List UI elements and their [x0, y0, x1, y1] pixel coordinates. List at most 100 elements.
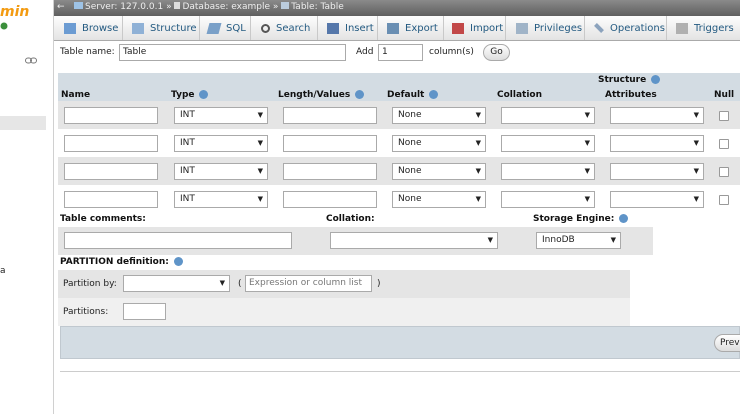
default-select[interactable]: None ▼ [392, 163, 486, 180]
attributes-select[interactable]: ▼ [610, 107, 704, 124]
partition-by-select[interactable]: ▼ [123, 275, 230, 292]
breadcrumb-database[interactable]: Database: example [182, 2, 270, 12]
table-name-input[interactable]: Table [119, 44, 346, 61]
help-icon[interactable] [619, 214, 629, 223]
columns-label: column(s) [429, 47, 474, 57]
nav-item-label[interactable]: a [0, 266, 6, 276]
import-icon [452, 22, 464, 34]
storage-engine-select[interactable]: InnoDB ▼ [536, 232, 621, 249]
attributes-select[interactable]: ▼ [610, 191, 704, 208]
link-icon[interactable] [25, 56, 37, 64]
column-header-default: Default [387, 90, 439, 100]
storage-engine-label: Storage Engine: [533, 214, 629, 224]
column-name-input[interactable] [64, 163, 158, 180]
tab-structure[interactable]: Structure [132, 16, 197, 40]
length-input[interactable] [283, 191, 377, 208]
default-select[interactable]: None ▼ [392, 107, 486, 124]
collation-select[interactable]: ▼ [501, 107, 595, 124]
type-select[interactable]: INT ▼ [174, 163, 268, 180]
breadcrumb-separator: » [166, 2, 172, 12]
export-icon [387, 22, 399, 34]
breadcrumb: Server: 127.0.0.1 » Database: example » … [74, 2, 344, 12]
phpmyadmin-logo[interactable]: min [0, 4, 29, 20]
null-checkbox[interactable] [719, 139, 729, 149]
tab-triggers[interactable]: Triggers [676, 16, 734, 40]
help-icon[interactable] [199, 90, 209, 99]
open-paren: ( [238, 279, 242, 289]
form-footer [60, 326, 740, 359]
navigation-panel: min a [0, 0, 54, 414]
column-name-input[interactable] [64, 135, 158, 152]
triggers-icon [676, 22, 688, 34]
insert-icon [327, 22, 339, 34]
structure-icon [132, 22, 144, 34]
search-icon [261, 23, 270, 33]
collation-select[interactable]: ▼ [501, 163, 595, 180]
column-header-collation: Collation [497, 90, 543, 100]
collation-label: Collation: [326, 214, 375, 224]
length-input[interactable] [283, 163, 377, 180]
table-collation-select[interactable]: ▼ [330, 232, 498, 249]
tab-operations[interactable]: Operations [594, 16, 665, 40]
go-button[interactable]: Go [483, 44, 510, 61]
length-input[interactable] [283, 135, 377, 152]
null-checkbox[interactable] [719, 195, 729, 205]
nav-item-selected[interactable] [0, 116, 46, 130]
help-icon[interactable] [651, 75, 661, 84]
reload-icon[interactable] [0, 22, 8, 30]
help-icon[interactable] [355, 90, 365, 99]
null-checkbox[interactable] [719, 167, 729, 177]
tab-privileges[interactable]: Privileges [516, 16, 582, 40]
partition-expression-input[interactable]: Expression or column list [245, 275, 372, 292]
tab-sql[interactable]: SQL [206, 16, 246, 40]
column-name-input[interactable] [64, 107, 158, 124]
attributes-select[interactable]: ▼ [610, 135, 704, 152]
default-select[interactable]: None ▼ [392, 135, 486, 152]
database-icon [174, 2, 181, 9]
back-arrow-icon[interactable]: ← [57, 2, 65, 12]
operations-icon [594, 23, 604, 33]
add-columns-count-input[interactable]: 1 [378, 44, 423, 61]
null-checkbox[interactable] [719, 111, 729, 121]
partitions-count-input[interactable] [123, 303, 166, 320]
breadcrumb-server[interactable]: Server: 127.0.0.1 [85, 2, 163, 12]
help-icon[interactable] [429, 90, 439, 99]
add-label: Add [356, 47, 374, 57]
column-header-length: Length/Values [278, 90, 365, 100]
main-menu: Browse Structure SQL Search Insert Expor… [54, 16, 740, 41]
column-header-null: Null [714, 90, 735, 100]
partition-by-label: Partition by: [63, 279, 117, 289]
sql-icon [206, 22, 222, 34]
collation-select[interactable]: ▼ [501, 135, 595, 152]
column-header-type: Type [171, 90, 209, 100]
table-comments-label: Table comments: [60, 214, 146, 224]
column-header-name: Name [61, 90, 91, 100]
browse-icon [64, 22, 76, 34]
type-select[interactable]: INT ▼ [174, 107, 268, 124]
collation-select[interactable]: ▼ [501, 191, 595, 208]
tab-export[interactable]: Export [387, 16, 438, 40]
help-icon[interactable] [173, 257, 183, 266]
close-paren: ) [377, 279, 381, 289]
preview-sql-button[interactable]: Prev [714, 334, 740, 352]
tab-browse[interactable]: Browse [64, 16, 118, 40]
table-comments-input[interactable] [64, 232, 292, 249]
partitions-label: Partitions: [63, 307, 109, 317]
partition-definition-label: PARTITION definition: [60, 257, 183, 267]
type-select[interactable]: INT ▼ [174, 135, 268, 152]
divider [60, 371, 740, 372]
table-icon [281, 2, 290, 9]
structure-title: Structure [598, 75, 661, 85]
attributes-select[interactable]: ▼ [610, 163, 704, 180]
default-select[interactable]: None ▼ [392, 191, 486, 208]
tab-search[interactable]: Search [261, 16, 310, 40]
tab-import[interactable]: Import [452, 16, 503, 40]
breadcrumb-table[interactable]: Table: Table [291, 2, 343, 12]
privileges-icon [516, 22, 528, 34]
length-input[interactable] [283, 107, 377, 124]
tab-insert[interactable]: Insert [327, 16, 374, 40]
breadcrumb-bar: ← Server: 127.0.0.1 » Database: example … [54, 0, 740, 16]
type-select[interactable]: INT ▼ [174, 191, 268, 208]
server-icon [74, 2, 83, 9]
column-name-input[interactable] [64, 191, 158, 208]
